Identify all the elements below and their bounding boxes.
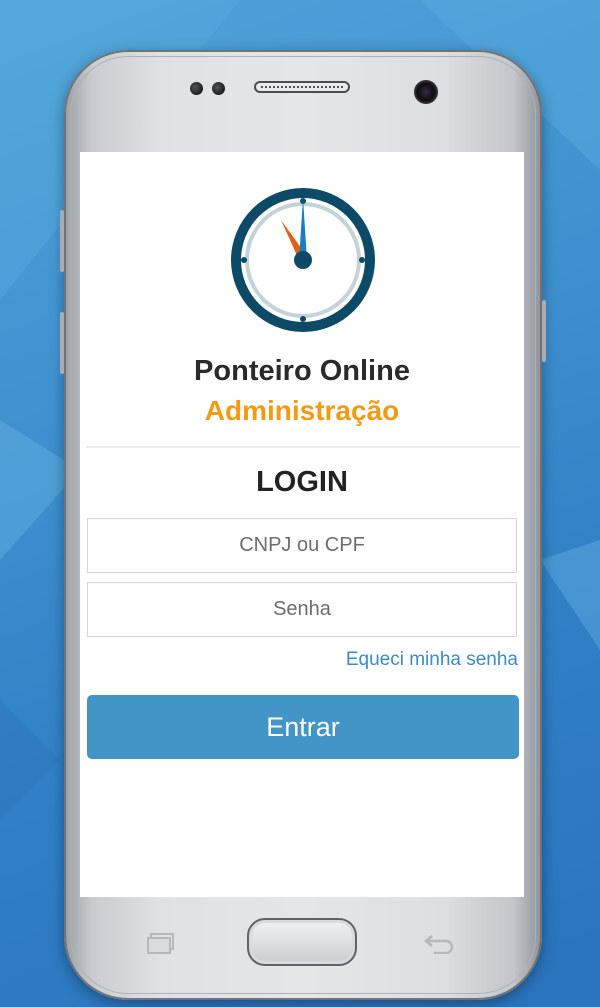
- volume-button-lower: [60, 312, 64, 374]
- desktop-background: Ponteiro Online Administração LOGIN Eque…: [0, 0, 600, 1007]
- login-button[interactable]: Entrar: [87, 695, 519, 759]
- front-camera: [414, 80, 438, 104]
- document-input[interactable]: [87, 518, 517, 573]
- sensor-dot-1: [190, 82, 203, 95]
- volume-button: [60, 210, 64, 272]
- password-input[interactable]: [87, 582, 517, 637]
- phone-screen: Ponteiro Online Administração LOGIN Eque…: [80, 152, 524, 897]
- divider: [86, 446, 520, 448]
- sensor-dot-2: [212, 82, 225, 95]
- back-icon[interactable]: [424, 930, 456, 954]
- home-button[interactable]: [247, 918, 357, 966]
- app-name: Ponteiro Online: [194, 355, 410, 387]
- app-subtitle: Administração: [204, 395, 400, 426]
- earpiece-speaker: [254, 81, 350, 93]
- clock-icon: [231, 188, 375, 332]
- power-button: [542, 300, 546, 362]
- login-title: LOGIN: [256, 466, 348, 498]
- forgot-password-link[interactable]: Equeci minha senha: [346, 649, 518, 671]
- recent-apps-icon[interactable]: [146, 932, 176, 954]
